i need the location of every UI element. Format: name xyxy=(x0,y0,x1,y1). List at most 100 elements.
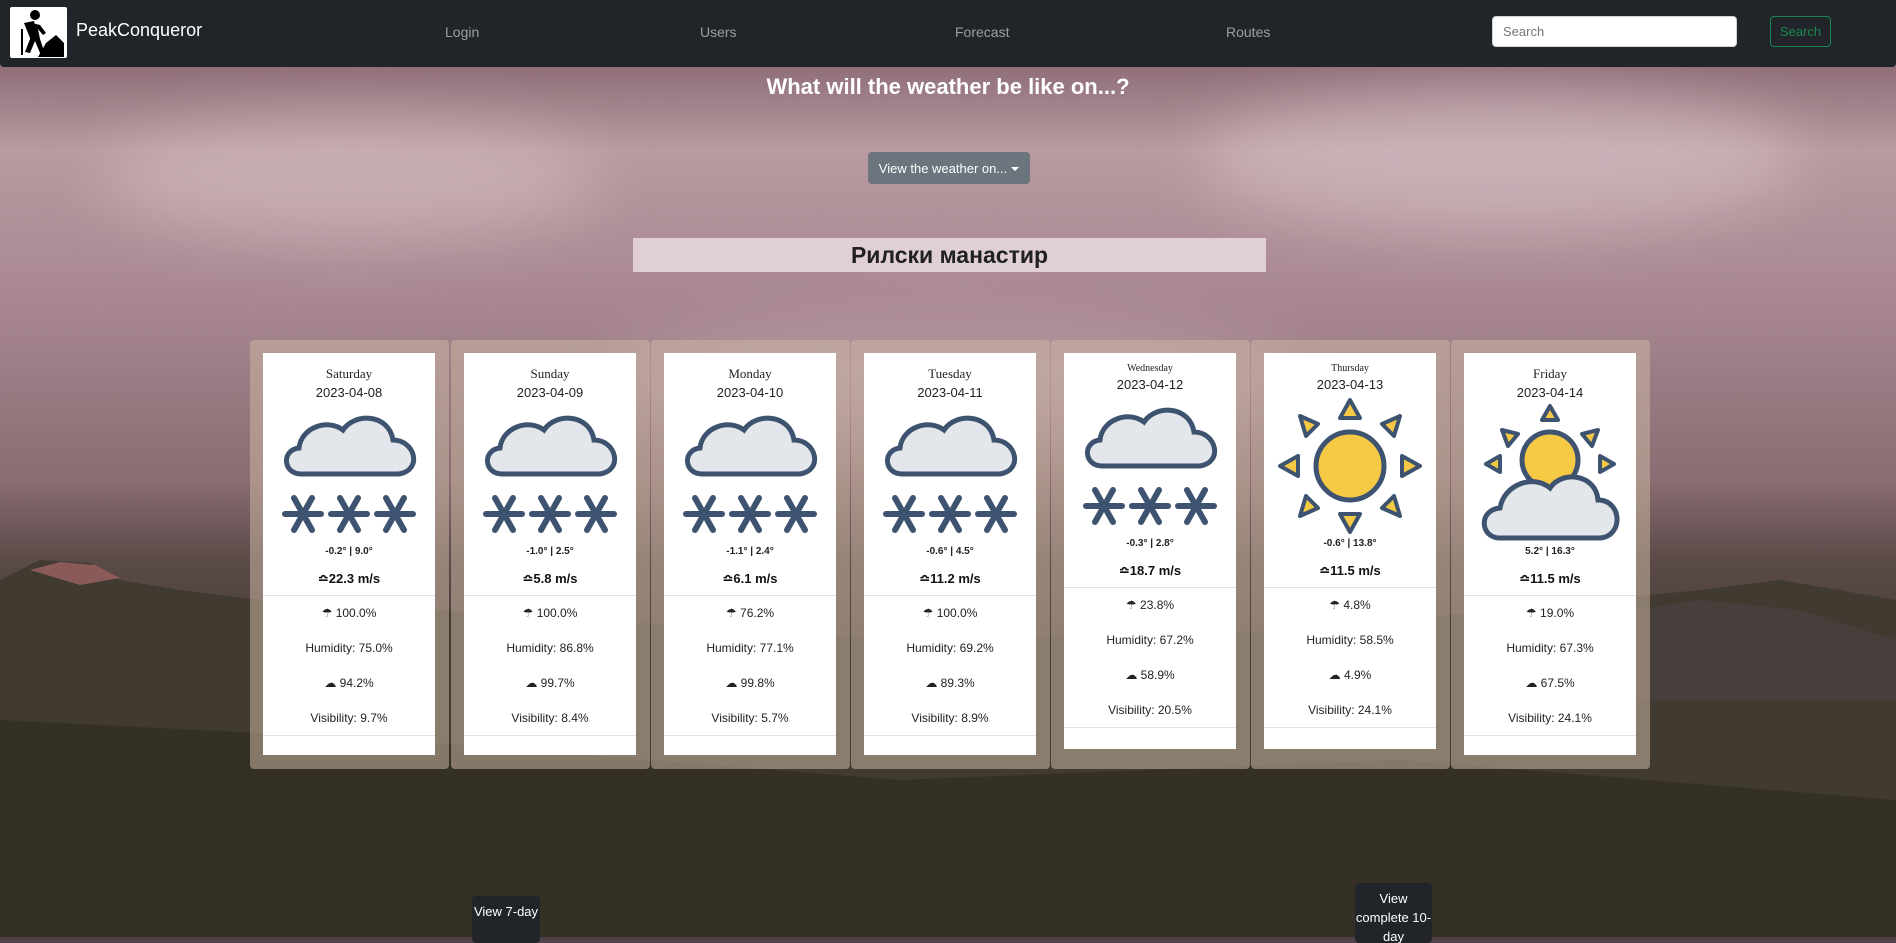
card-date: 2023-04-12 xyxy=(1116,377,1184,392)
card-temperature: -1.1° | 2.4° xyxy=(726,546,774,557)
card-visibility: Visibility: 5.7% xyxy=(664,701,836,736)
search-button[interactable]: Search xyxy=(1770,16,1831,47)
card-humidity: Humidity: 58.5% xyxy=(1264,623,1436,658)
forecast-card[interactable]: Wednesday 2023-04-12 -0.3° | 2.8° ≏18.7 … xyxy=(1064,353,1236,749)
wind-speed: 11.5 m/s xyxy=(1530,571,1581,586)
forecast-card[interactable]: Tuesday 2023-04-11 -0.6° | 4.5° ≏11.2 m/… xyxy=(864,353,1036,755)
snow-cloud-icon xyxy=(263,404,435,544)
sun-cloud-icon xyxy=(1464,404,1636,544)
card-precipitation: ☂ 76.2% xyxy=(664,596,836,631)
cloud-icon: ☁ xyxy=(324,676,337,690)
cloudiness-value: 99.8% xyxy=(740,676,775,690)
forecast-card[interactable]: Saturday 2023-04-08 -0.2° | 9.0° ≏22.3 m… xyxy=(263,353,435,755)
forecast-card[interactable]: Monday 2023-04-10 -1.1° | 2.4° ≏6.1 m/s … xyxy=(664,353,836,755)
navbar: PeakConqueror Login Users Forecast Route… xyxy=(0,0,1896,67)
forecast-card[interactable]: Thursday 2023-04-13 -0.6° | 13.8° ≏11.5 … xyxy=(1264,353,1436,749)
card-visibility: Visibility: 9.7% xyxy=(263,701,435,736)
umbrella-icon: ☂ xyxy=(1329,598,1341,612)
dropdown-label: View the weather on... xyxy=(878,160,1008,176)
wind-speed: 22.3 m/s xyxy=(328,571,381,586)
card-visibility: Visibility: 24.1% xyxy=(1464,701,1636,736)
card-wind: ≏22.3 m/s xyxy=(263,571,435,596)
umbrella-icon: ☂ xyxy=(1125,598,1137,612)
search-input[interactable] xyxy=(1492,16,1737,47)
sun-icon xyxy=(1264,396,1436,536)
snow-cloud-icon xyxy=(464,404,636,544)
wind-icon: ≏ xyxy=(317,571,329,586)
card-day: Thursday xyxy=(1331,363,1369,374)
card-date: 2023-04-14 xyxy=(1516,385,1584,400)
precipitation-value: 4.8% xyxy=(1343,598,1371,612)
card-cloudiness: ☁ 99.7% xyxy=(464,666,636,701)
card-temperature: 5.2° | 16.3° xyxy=(1525,546,1575,557)
card-visibility: Visibility: 8.9% xyxy=(864,701,1036,736)
wind-icon: ≏ xyxy=(1319,563,1331,578)
wind-speed: 5.8 m/s xyxy=(533,571,578,586)
card-wind: ≏18.7 m/s xyxy=(1064,563,1236,588)
umbrella-icon: ☂ xyxy=(725,606,737,620)
card-temperature: -1.0° | 2.5° xyxy=(526,546,574,557)
precipitation-value: 100.0% xyxy=(536,606,578,620)
card-temperature: -0.6° | 4.5° xyxy=(926,546,974,557)
card-visibility: Visibility: 8.4% xyxy=(464,701,636,736)
card-humidity: Humidity: 77.1% xyxy=(664,631,836,666)
cloudiness-value: 4.9% xyxy=(1343,668,1372,682)
cloud-icon: ☁ xyxy=(525,676,538,690)
card-humidity: Humidity: 75.0% xyxy=(263,631,435,666)
wind-icon: ≏ xyxy=(522,571,534,586)
tooltip-7-day: View 7-day xyxy=(472,896,540,943)
card-date: 2023-04-08 xyxy=(315,385,383,400)
wind-icon: ≏ xyxy=(919,571,931,586)
card-date: 2023-04-09 xyxy=(516,385,584,400)
nav-routes[interactable]: Routes xyxy=(1226,24,1270,40)
card-precipitation: ☂ 23.8% xyxy=(1064,588,1236,623)
card-cloudiness: ☁ 58.9% xyxy=(1064,658,1236,693)
cloudiness-value: 67.5% xyxy=(1540,676,1575,690)
cloud-icon: ☁ xyxy=(925,676,938,690)
cloud-icon: ☁ xyxy=(1525,676,1538,690)
card-visibility: Visibility: 20.5% xyxy=(1064,693,1236,728)
page-question: What will the weather be like on...? xyxy=(766,74,1130,99)
nav-users[interactable]: Users xyxy=(700,24,737,40)
card-date: 2023-04-10 xyxy=(716,385,784,400)
card-cloudiness: ☁ 67.5% xyxy=(1464,666,1636,701)
card-temperature: -0.6° | 13.8° xyxy=(1323,538,1377,549)
wind-speed: 6.1 m/s xyxy=(733,571,778,586)
brand-name[interactable]: PeakConqueror xyxy=(76,20,202,41)
caret-down-icon xyxy=(1011,167,1020,172)
umbrella-icon: ☂ xyxy=(522,606,534,620)
view-weather-dropdown[interactable]: View the weather on... xyxy=(868,152,1030,184)
precipitation-value: 100.0% xyxy=(936,606,978,620)
precipitation-value: 76.2% xyxy=(740,606,775,620)
precipitation-value: 23.8% xyxy=(1140,598,1175,612)
wind-speed: 18.7 m/s xyxy=(1129,563,1182,578)
cloudiness-value: 99.7% xyxy=(540,676,575,690)
card-day: Monday xyxy=(728,366,772,381)
card-humidity: Humidity: 69.2% xyxy=(864,631,1036,666)
wind-icon: ≏ xyxy=(1519,571,1531,586)
card-cloudiness: ☁ 94.2% xyxy=(263,666,435,701)
nav-forecast[interactable]: Forecast xyxy=(955,24,1009,40)
forecast-card[interactable]: Friday 2023-04-14 5.2° | 16.3° ≏11.5 m/s… xyxy=(1464,353,1636,755)
nav-login[interactable]: Login xyxy=(445,24,479,40)
card-day: Friday xyxy=(1533,366,1567,381)
card-precipitation: ☂ 4.8% xyxy=(1264,588,1436,623)
card-temperature: -0.2° | 9.0° xyxy=(325,546,373,557)
precipitation-value: 19.0% xyxy=(1540,606,1575,620)
card-visibility: Visibility: 24.1% xyxy=(1264,693,1436,728)
hiker-icon xyxy=(21,10,64,57)
wind-speed: 11.5 m/s xyxy=(1330,563,1381,578)
wind-speed: 11.2 m/s xyxy=(930,571,981,586)
cloudiness-value: 94.2% xyxy=(339,676,374,690)
snow-cloud-icon xyxy=(864,404,1036,544)
card-precipitation: ☂ 100.0% xyxy=(263,596,435,631)
card-cloudiness: ☁ 99.8% xyxy=(664,666,836,701)
card-date: 2023-04-11 xyxy=(917,385,983,400)
card-day: Tuesday xyxy=(928,366,972,381)
card-temperature: -0.3° | 2.8° xyxy=(1126,538,1174,549)
brand-logo[interactable] xyxy=(10,7,67,58)
snow-cloud-icon xyxy=(1064,396,1236,536)
tooltip-complete-10-day: View complete 10-day xyxy=(1355,883,1432,943)
cloudiness-value: 58.9% xyxy=(1140,668,1175,682)
forecast-card[interactable]: Sunday 2023-04-09 -1.0° | 2.5° ≏5.8 m/s … xyxy=(464,353,636,755)
